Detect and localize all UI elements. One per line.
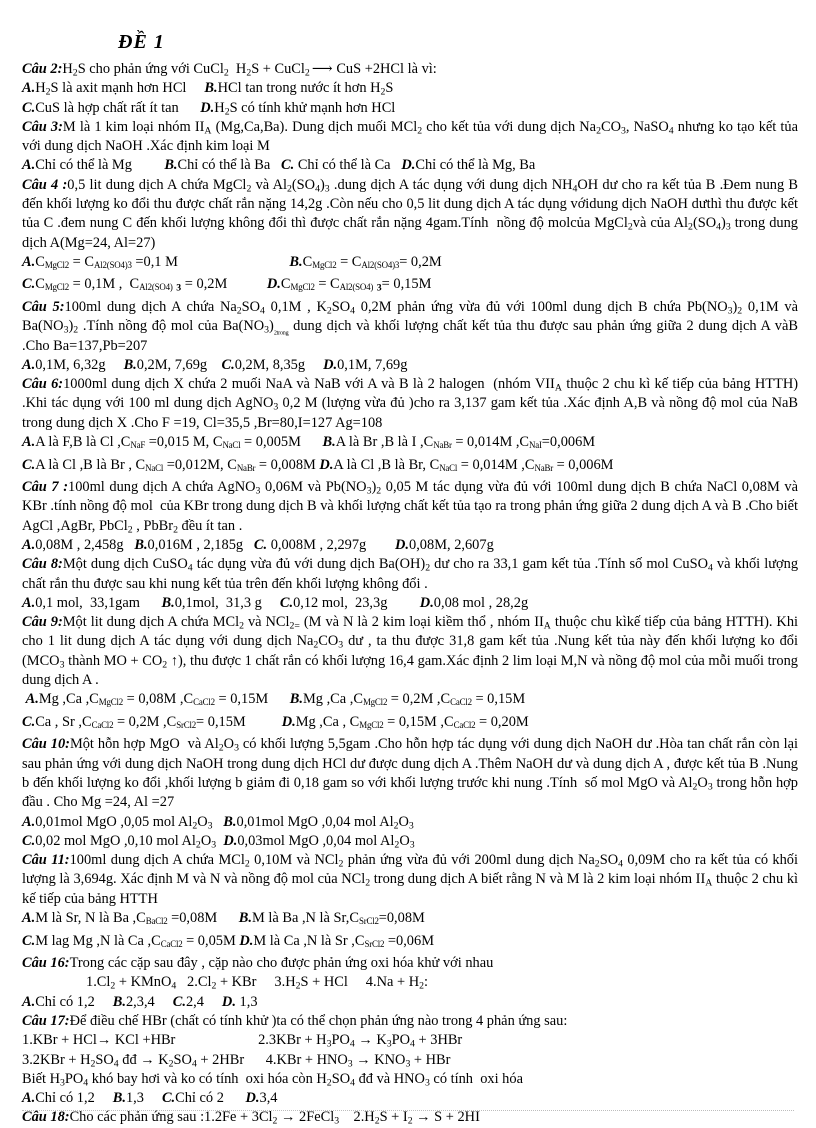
question-stem: Để điều chế HBr (chất có tính khử )ta có… bbox=[69, 1013, 568, 1029]
options-cau-6-line-1[interactable]: A.A là F,B là Cl ,CNaF =0,015 M, CNaCl =… bbox=[22, 433, 798, 456]
question-cau-18: Câu 18:Cho các phản ứng sau :1.2Fe + 3Cl… bbox=[22, 1108, 798, 1127]
question-stem: Một dung dịch CuSO4 tác dụng vừa đủ với … bbox=[22, 556, 799, 592]
options-cau-11-line-1[interactable]: A.M là Sr, N là Ba ,CBaCl2 =0,08M B.M là… bbox=[22, 909, 798, 932]
question-label: Câu 6: bbox=[22, 376, 64, 393]
question-cau-5: Câu 5:100ml dung dịch A chứa Na2SO4 0,1M… bbox=[22, 298, 798, 356]
options-cau-5-line-1[interactable]: A.0,1M, 6,32g B.0,2M, 7,69g C.0,2M, 8,35… bbox=[22, 356, 798, 375]
question-stem: Trong các cặp sau đây , cặp nào cho được… bbox=[69, 955, 494, 972]
question-cau-16: Câu 16:Trong các cặp sau đây , cặp nào c… bbox=[22, 954, 798, 973]
question-stem: 1000ml dung dịch X chứa 2 muối NaA và Na… bbox=[22, 376, 799, 431]
question-label: Câu 3: bbox=[22, 118, 63, 135]
question-cau-11: Câu 11:100ml dung dịch A chứa MCl2 0,10M… bbox=[22, 851, 798, 909]
options-cau-17-line-1[interactable]: A.Chỉ có 1,2 B.1,3 C.Chỉ có 2 D.3,4 bbox=[22, 1089, 798, 1108]
question-stem: Một hỗn hợp MgO và Al2O3 có khối lượng 5… bbox=[22, 736, 798, 811]
question-cau-6: Câu 6:1000ml dung dịch X chứa 2 muối NaA… bbox=[22, 375, 798, 433]
document-page: ĐỀ 1 Câu 2:H2S cho phản ứng với CuCl2 H2… bbox=[0, 0, 816, 1127]
question-label: Câu 8: bbox=[22, 556, 63, 573]
question-stem: Cho các phản ứng sau :1.2Fe + 3Cl2 → 2Fe… bbox=[69, 1109, 480, 1128]
question-label: Câu 4 : bbox=[22, 176, 68, 193]
cau-16-reaction-pairs: 1.Cl2 + KMnO4 2.Cl2 + KBr 3.H2S + HCl 4.… bbox=[86, 974, 428, 993]
question-stem: 0,5 lit dung dịch A chứa MgCl2 và Al2(SO… bbox=[22, 176, 799, 251]
question-stem: 100ml dung dịch A chứa AgNO3 0,06M và Pb… bbox=[22, 479, 798, 536]
question-cau-2: Câu 2:H2S cho phản ứng với CuCl2 H2S + C… bbox=[22, 60, 798, 79]
question-stem: Một lit dung dịch A chứa MCl2 và NCl2= (… bbox=[22, 614, 799, 689]
options-cau-7-line-1[interactable]: A.0,08M , 2,458g B.0,016M , 2,185g C. 0,… bbox=[22, 536, 798, 555]
question-label: Câu 2: bbox=[22, 61, 63, 77]
question-label: Câu 5: bbox=[22, 299, 65, 315]
question-label: Câu 10: bbox=[22, 736, 70, 753]
options-cau-4-line-2[interactable]: C.CMgCl2 = 0,1M , CAl2(SO4) 3 = 0,2M D.C… bbox=[22, 275, 798, 298]
options-cau-16-line-1[interactable]: A.Chỉ có 1,2 B.2,3,4 C.2,4 D. 1,3 bbox=[22, 993, 798, 1012]
options-cau-11-line-2[interactable]: C.M lag Mg ,N là Ca ,CCaCl2 = 0,05M D.M … bbox=[22, 932, 798, 955]
question-stem: M là 1 kim loại nhóm IIA (Mg,Ca,Ba). Dun… bbox=[22, 118, 799, 155]
options-cau-9-line-2[interactable]: C.Ca , Sr ,CCaCl2 = 0,2M ,CSrCl2= 0,15M … bbox=[22, 713, 798, 736]
question-label: Câu 18: bbox=[22, 1109, 70, 1126]
question-label: Câu 11: bbox=[22, 852, 70, 869]
question-cau-7: Câu 7 :100ml dung dịch A chứa AgNO3 0,06… bbox=[22, 478, 798, 536]
question-stem: H2S cho phản ứng với CuCl2 H2S + CuCl2 ⟶ … bbox=[62, 61, 437, 79]
question-cau-3: Câu 3:M là 1 kim loại nhóm IIA (Mg,Ca,Ba… bbox=[22, 118, 798, 157]
cau-17-note: Biết H3PO4 khó bay hơi và ko có tính oxi… bbox=[22, 1070, 523, 1089]
question-cau-4: Câu 4 :0,5 lit dung dịch A chứa MgCl2 và… bbox=[22, 176, 798, 253]
question-cau-8: Câu 8:Một dung dịch CuSO4 tác dụng vừa đ… bbox=[22, 555, 798, 594]
question-stem: 100ml dung dịch A chứa Na2SO4 0,1M , K2S… bbox=[22, 299, 798, 354]
options-cau-2-line-1[interactable]: A.H2S là axit mạnh hơn HCl B.HCl tan tro… bbox=[22, 79, 798, 98]
question-label: Câu 9: bbox=[22, 614, 63, 631]
question-stem: 100ml dung dịch A chứa MCl2 0,10M và NCl… bbox=[22, 852, 799, 907]
footer-divider bbox=[22, 1110, 794, 1111]
cau-17-reaction-2: 3.2KBr + H2SO4 đđ → K2SO4 + 2HBr 4.KBr +… bbox=[22, 1051, 451, 1070]
cau-17-reaction-1: 1.KBr + HCl→ KCl +HBr 2.3KBr + H3PO4 → K… bbox=[22, 1032, 463, 1051]
options-cau-3-line-1[interactable]: A.Chỉ có thể là Mg B.Chỉ có thể là Ba C.… bbox=[22, 156, 798, 175]
options-cau-4-line-1[interactable]: A.CMgCl2 = CAl2(SO4)3 =0,1 M B.CMgCl2 = … bbox=[22, 253, 798, 276]
options-cau-2-line-2[interactable]: C.CuS là hợp chất rất ít tan D.H2S có tí… bbox=[22, 99, 798, 118]
question-cau-10: Câu 10:Một hỗn hợp MgO và Al2O3 có khối … bbox=[22, 735, 798, 812]
options-cau-6-line-2[interactable]: C.A là Cl ,B là Br , CNaCl =0,012M, CNaB… bbox=[22, 456, 798, 479]
page-title: ĐỀ 1 bbox=[118, 31, 165, 53]
options-cau-8-line-1[interactable]: A.0,1 mol, 33,1gam B.0,1mol, 31,3 g C.0,… bbox=[22, 594, 798, 613]
question-label: Câu 16: bbox=[22, 955, 70, 972]
question-label: Câu 17: bbox=[22, 1013, 70, 1029]
question-cau-17: Câu 17:Để điều chế HBr (chất có tính khử… bbox=[22, 1012, 798, 1031]
options-cau-10-line-2[interactable]: C.0,02 mol MgO ,0,10 mol Al2O3 D.0,03mol… bbox=[22, 832, 798, 851]
options-cau-10-line-1[interactable]: A.0,01mol MgO ,0,05 mol Al2O3 B.0,01mol … bbox=[22, 813, 798, 832]
question-label: Câu 7 : bbox=[22, 479, 68, 496]
options-cau-9-line-1[interactable]: A.Mg ,Ca ,CMgCl2 = 0,08M ,CCaCl2 = 0,15M… bbox=[22, 690, 798, 713]
question-cau-9: Câu 9:Một lit dung dịch A chứa MCl2 và N… bbox=[22, 613, 798, 690]
